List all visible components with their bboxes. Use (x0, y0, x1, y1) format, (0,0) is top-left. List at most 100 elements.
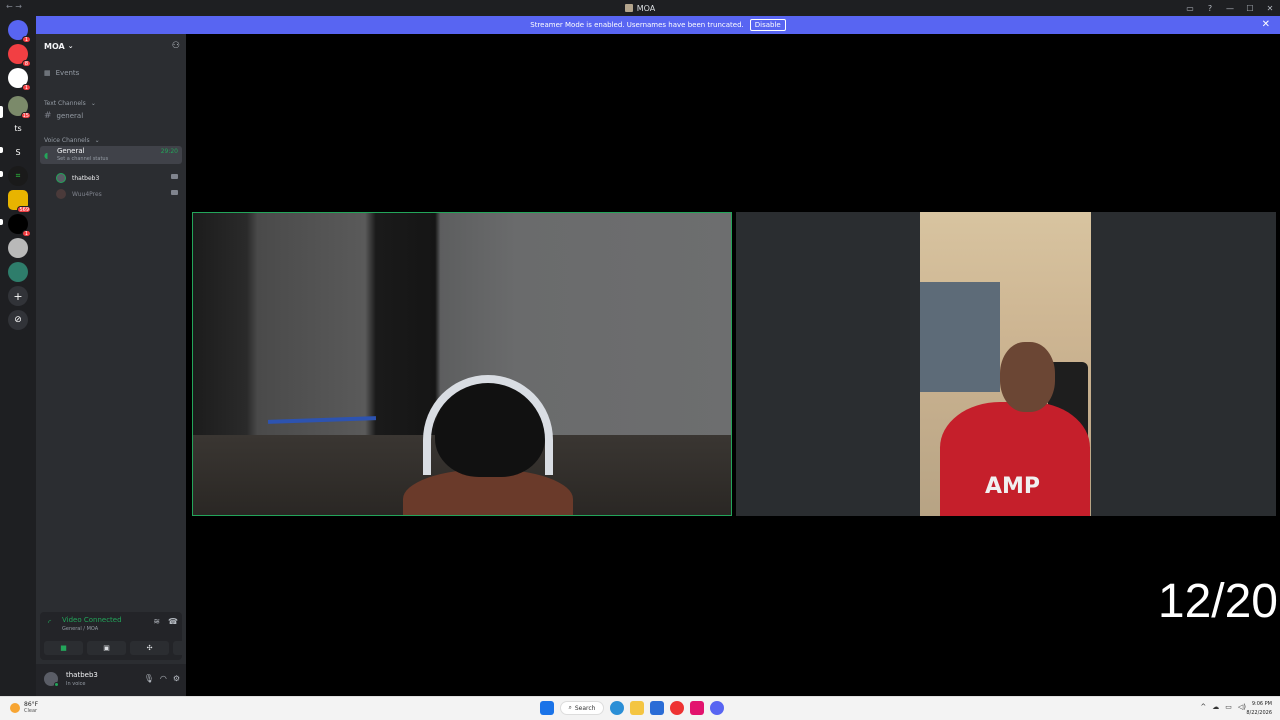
server-name: MOA (44, 41, 65, 51)
category-text-channels[interactable]: Text Channels ⌄ (40, 96, 182, 110)
server-icon[interactable] (8, 238, 28, 258)
sun-icon (10, 702, 20, 713)
headphones-graphic (423, 375, 553, 475)
volume-icon[interactable]: ◁) (1238, 703, 1246, 711)
weather-text: 86°F Clear (24, 701, 38, 714)
server-icon[interactable] (8, 262, 28, 282)
tiktok-icon[interactable] (690, 701, 704, 715)
user-panel: thatbeb3 In voice 🎙︎ ◠ ⚙ (36, 664, 186, 696)
video-closet (920, 282, 1000, 392)
channel-name: general (56, 112, 84, 120)
server-icon[interactable]: 569 (8, 190, 31, 213)
onedrive-icon[interactable]: ☁ (1212, 703, 1219, 711)
window-title: MOA (636, 3, 656, 13)
store-icon[interactable] (650, 701, 664, 715)
unread-badge: 1 (22, 230, 31, 237)
video-tile[interactable]: AMP (736, 212, 1276, 516)
signal-icon[interactable]: ◜ (48, 618, 51, 627)
weather-condition: Clear (24, 708, 38, 714)
weather-widget[interactable]: 86°F Clear (10, 701, 38, 714)
temperature: 86°F (24, 701, 39, 708)
help-icon[interactable]: ? (1200, 4, 1220, 13)
category-voice-channels[interactable]: Voice Channels ⌄ (40, 133, 182, 147)
server-icon[interactable]: 15 (8, 96, 31, 119)
server-unread-pill (0, 171, 3, 177)
voice-panel-actions: ≋ ☎ (153, 617, 178, 626)
edge-icon[interactable] (610, 701, 624, 715)
text-server-icon[interactable]: S (8, 142, 28, 162)
explore-icon[interactable]: ⊘ (8, 310, 28, 330)
inbox-icon[interactable]: ▭ (1180, 4, 1200, 13)
discord-home-icon[interactable]: 1 (8, 20, 31, 43)
server-icon[interactable]: 8 (8, 44, 31, 67)
member-name: thatbeb3 (72, 174, 100, 182)
microphone-icon[interactable]: 🎙︎ (144, 674, 154, 683)
banner-message: Streamer Mode is enabled. Usernames have… (530, 21, 744, 29)
window-titlebar: ← → MOA ▭ ? — ☐ ✕ (0, 0, 1280, 16)
server-list: 1 8 1 15 ts S ⌗ 569 1 + ⊘ (0, 16, 36, 696)
username[interactable]: thatbeb3 (66, 671, 98, 679)
channel-status-prompt[interactable]: Set a channel status (57, 156, 108, 162)
server-icon[interactable]: 1 (8, 214, 31, 237)
stream-counter-overlay: 12/20 (1157, 575, 1278, 628)
server-unread-pill (0, 147, 3, 153)
unread-badge: 8 (22, 60, 31, 67)
channel-general[interactable]: # general (40, 109, 182, 123)
gear-icon[interactable]: ⚙ (173, 674, 180, 683)
video-tile-speaking[interactable] (192, 212, 732, 516)
add-member-icon[interactable]: ⚇ (172, 41, 180, 51)
unread-badge: 569 (17, 206, 31, 213)
category-label: Voice Channels (44, 136, 90, 144)
noise-suppression-icon[interactable]: ≋ (153, 617, 160, 626)
file-explorer-icon[interactable] (630, 701, 644, 715)
voice-channel-general[interactable]: ◖ General Set a channel status 29:20 (40, 146, 182, 164)
maximize-button[interactable]: ☐ (1240, 4, 1260, 13)
close-button[interactable]: ✕ (1260, 4, 1280, 13)
shirt-text: AMP (985, 474, 1041, 499)
category-label: Text Channels (44, 99, 86, 107)
headphones-icon[interactable]: ◠ (160, 674, 167, 683)
voice-member[interactable]: Wuu4Pres (56, 188, 182, 200)
video-face (1000, 342, 1055, 412)
network-icon[interactable]: ▭ (1225, 703, 1232, 711)
clock-time: 9:06 PM (1251, 701, 1272, 707)
chevron-up-icon[interactable]: ^ (1200, 703, 1206, 711)
unread-badge: 1 (22, 36, 31, 43)
add-server-icon[interactable]: + (8, 286, 28, 306)
screen-share-button[interactable]: ▣ (87, 641, 126, 655)
voice-channel-name: General (57, 147, 85, 155)
disconnect-icon[interactable]: ☎ (168, 617, 178, 626)
banner-close-icon[interactable]: ✕ (1262, 19, 1270, 30)
disable-streamer-mode-button[interactable]: Disable (749, 19, 786, 31)
windows-start-icon[interactable] (540, 701, 554, 715)
discord-taskbar-icon[interactable] (710, 701, 724, 715)
member-name: Wuu4Pres (72, 190, 102, 198)
window-title-group: MOA (624, 3, 656, 13)
chrome-icon[interactable] (670, 701, 684, 715)
server-unread-pill (0, 219, 3, 225)
camera-button[interactable]: ■ (44, 641, 83, 655)
calendar-icon: ▦ (44, 69, 51, 77)
clock-date: 8/22/2026 (1246, 710, 1272, 716)
channel-sidebar: MOA ⌄ ⚇ ▦ Events Text Channels ⌄ # gener… (36, 34, 212, 696)
server-header[interactable]: MOA ⌄ ⚇ (36, 34, 186, 58)
activities-button[interactable]: ✣ (130, 641, 169, 655)
nav-arrows[interactable]: ← → (6, 2, 22, 11)
search-label: Search (574, 704, 596, 712)
camera-icon (171, 174, 178, 179)
taskbar-clock[interactable]: 9:06 PM 8/22/2026 (1246, 700, 1272, 718)
voice-connection-panel: ◜ Video Connected General / MOA ≋ ☎ ■ ▣ … (40, 612, 212, 660)
voice-channel-path[interactable]: General / MOA (62, 626, 98, 632)
avatar (56, 189, 66, 199)
server-icon[interactable]: 1 (8, 68, 31, 91)
streamer-mode-banner: Streamer Mode is enabled. Usernames have… (36, 16, 1280, 34)
voice-member[interactable]: thatbeb3 (56, 172, 182, 184)
text-server-icon[interactable]: ts (8, 118, 28, 138)
events-item[interactable]: ▦ Events (40, 66, 182, 80)
search-icon: ⌕ (568, 704, 572, 711)
minimize-button[interactable]: — (1220, 4, 1240, 13)
voice-status[interactable]: Video Connected (62, 616, 122, 624)
server-icon[interactable]: ⌗ (8, 166, 28, 186)
voice-timer: 29:20 (160, 148, 178, 155)
taskbar-search[interactable]: ⌕ Search (560, 701, 604, 715)
